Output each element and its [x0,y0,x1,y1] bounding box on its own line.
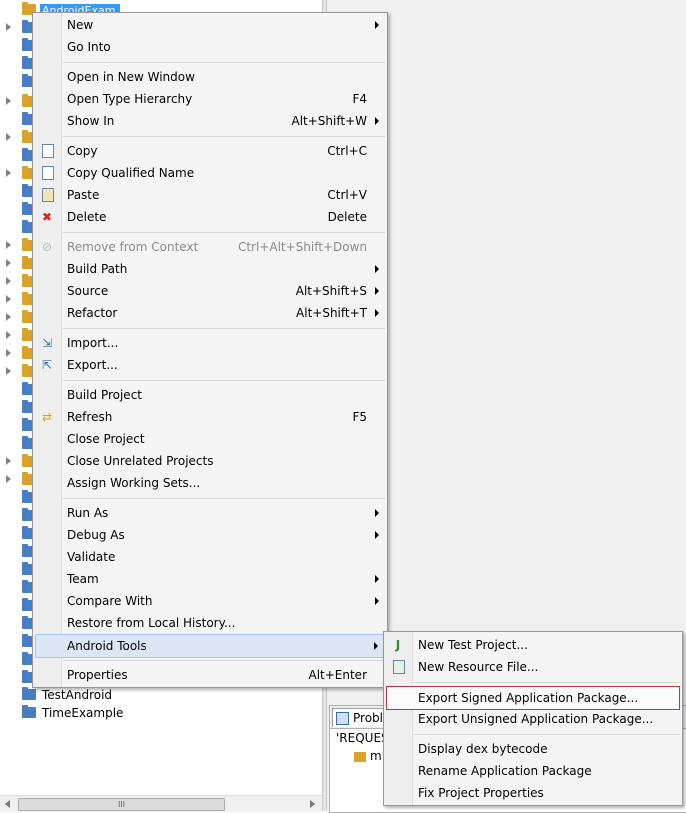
menu-item-new-resource-file[interactable]: New Resource File... [386,656,680,678]
expand-arrow-icon[interactable] [6,133,11,141]
import-icon: ⇲ [41,336,53,350]
menu-item-refresh[interactable]: ⇄ Refresh F5 [35,406,385,428]
junit-icon: J [395,638,401,652]
menu-item-restore-local-history[interactable]: Restore from Local History... [35,612,385,634]
menu-separator [63,136,385,137]
expand-arrow-icon[interactable] [6,313,11,321]
menu-item-new-test-project[interactable]: J New Test Project... [386,634,680,656]
context-menu: New Go Into Open in New Window Open Type… [32,12,388,688]
tree-item-time-example[interactable]: TimeExample [0,704,322,722]
tree-item-label: TimeExample [42,706,124,720]
menu-separator [63,380,385,381]
menu-item-go-into[interactable]: Go Into [35,36,385,58]
scroll-right-icon[interactable] [310,800,315,808]
menu-item-copy-qualified-name[interactable]: Copy Qualified Name [35,162,385,184]
menu-item-source[interactable]: Source Alt+Shift+S [35,280,385,302]
submenu-arrow-icon [375,309,379,317]
problem-line: m [354,749,382,763]
remove-context-icon: ⊘ [41,240,53,254]
new-resource-icon [393,660,405,674]
expand-arrow-icon[interactable] [6,457,11,465]
menu-item-import[interactable]: ⇲ Import... [35,332,385,354]
horizontal-scrollbar[interactable]: III [0,795,322,812]
menu-item-assign-working-sets[interactable]: Assign Working Sets... [35,472,385,494]
menu-item-show-in[interactable]: Show In Alt+Shift+W [35,110,385,132]
menu-item-close-unrelated-projects[interactable]: Close Unrelated Projects [35,450,385,472]
menu-item-export-unsigned-package[interactable]: Export Unsigned Application Package... [386,708,680,730]
menu-item-validate[interactable]: Validate [35,546,385,568]
submenu-arrow-icon [375,509,379,517]
package-icon [354,751,366,762]
menu-item-paste[interactable]: Paste Ctrl+V [35,184,385,206]
tree-item-label: TestAndroid [42,688,113,702]
menu-item-copy[interactable]: Copy Ctrl+C [35,140,385,162]
menu-item-display-dex-bytecode[interactable]: Display dex bytecode [386,738,680,760]
expand-arrow-icon[interactable] [6,23,11,31]
expand-arrow-icon[interactable] [6,367,11,375]
folder-icon [22,705,36,718]
menu-item-open-type-hierarchy[interactable]: Open Type Hierarchy F4 [35,88,385,110]
copy-icon [42,144,54,158]
copy-qualified-icon [42,166,54,180]
menu-separator [63,328,385,329]
tab-problems[interactable]: Proble [332,708,386,727]
expand-arrow-icon[interactable] [6,475,11,483]
submenu-arrow-icon [374,642,378,650]
refresh-icon: ⇄ [41,410,53,424]
submenu-arrow-icon [375,21,379,29]
export-icon: ⇱ [41,358,53,372]
menu-item-run-as[interactable]: Run As [35,502,385,524]
menu-item-build-path[interactable]: Build Path [35,258,385,280]
problems-icon [336,712,349,725]
menu-item-new[interactable]: New [35,14,385,36]
menu-item-delete[interactable]: ✖ Delete Delete [35,206,385,228]
scrollbar-thumb[interactable]: III [18,798,225,811]
submenu-arrow-icon [375,575,379,583]
menu-item-close-project[interactable]: Close Project [35,428,385,450]
menu-item-remove-from-context[interactable]: ⊘ Remove from Context Ctrl+Alt+Shift+Down [35,236,385,258]
submenu-arrow-icon [375,117,379,125]
expand-arrow-icon[interactable] [6,97,11,105]
submenu-arrow-icon [375,597,379,605]
menu-separator [63,62,385,63]
menu-separator [63,660,385,661]
menu-item-debug-as[interactable]: Debug As [35,524,385,546]
menu-item-properties[interactable]: Properties Alt+Enter [35,664,385,686]
menu-item-team[interactable]: Team [35,568,385,590]
expand-arrow-icon[interactable] [6,277,11,285]
tab-label: Proble [353,711,385,725]
menu-separator [63,498,385,499]
delete-icon: ✖ [41,210,53,224]
android-tools-submenu: J New Test Project... New Resource File..… [383,631,683,806]
menu-item-fix-project-properties[interactable]: Fix Project Properties [386,782,680,804]
expand-arrow-icon[interactable] [6,241,11,249]
menu-item-export[interactable]: ⇱ Export... [35,354,385,376]
submenu-arrow-icon [375,531,379,539]
menu-item-refactor[interactable]: Refactor Alt+Shift+T [35,302,385,324]
folder-icon [22,687,36,700]
submenu-arrow-icon [375,265,379,273]
menu-item-android-tools[interactable]: Android Tools [35,634,385,658]
paste-icon [42,188,54,202]
tree-item-test-android[interactable]: TestAndroid [0,686,322,704]
expand-arrow-icon[interactable] [6,169,11,177]
expand-arrow-icon[interactable] [6,331,11,339]
menu-separator [414,734,680,735]
expand-arrow-icon[interactable] [6,349,11,357]
menu-separator [414,682,680,683]
expand-arrow-icon[interactable] [6,295,11,303]
menu-item-rename-application-package[interactable]: Rename Application Package [386,760,680,782]
problem-text: m [370,749,382,763]
menu-item-export-signed-package[interactable]: Export Signed Application Package... [386,686,680,710]
menu-item-build-project[interactable]: Build Project [35,384,385,406]
scroll-left-icon[interactable] [5,800,10,808]
menu-item-open-new-window[interactable]: Open in New Window [35,66,385,88]
expand-arrow-icon[interactable] [6,259,11,267]
menu-item-compare-with[interactable]: Compare With [35,590,385,612]
submenu-arrow-icon [375,287,379,295]
menu-separator [63,232,385,233]
